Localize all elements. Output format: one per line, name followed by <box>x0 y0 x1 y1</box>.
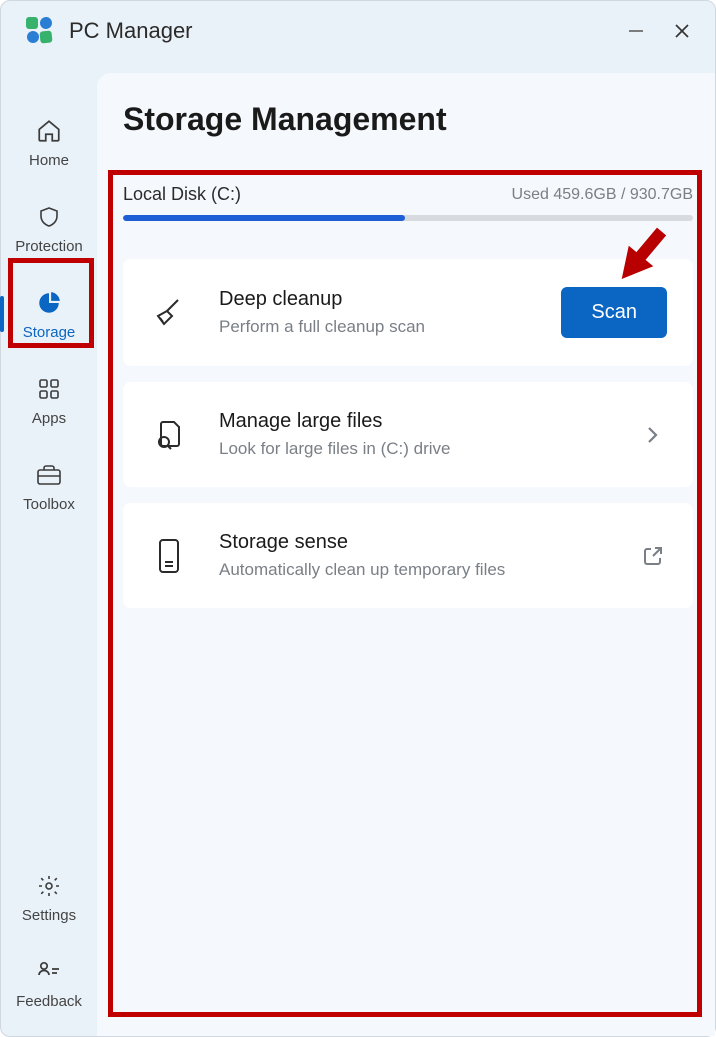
sidebar-item-label: Apps <box>32 410 66 427</box>
card-subtitle: Look for large files in (C:) drive <box>219 439 609 459</box>
disk-summary-row: Local Disk (C:) Used 459.6GB / 930.7GB <box>123 184 693 205</box>
card-title: Storage sense <box>219 531 609 554</box>
sidebar-item-label: Feedback <box>16 993 82 1010</box>
close-button[interactable] <box>659 8 705 54</box>
content-area: Storage Management Local Disk (C:) Used … <box>97 73 715 1036</box>
card-deep-cleanup: Deep cleanup Perform a full cleanup scan… <box>123 259 693 366</box>
sidebar-item-home[interactable]: Home <box>9 99 89 185</box>
page-title: Storage Management <box>123 101 693 138</box>
apps-icon <box>34 374 64 404</box>
sidebar-item-settings[interactable]: Settings <box>9 854 89 940</box>
sidebar-item-label: Home <box>29 152 69 169</box>
toolbox-icon <box>34 460 64 490</box>
sidebar-item-label: Toolbox <box>23 496 75 513</box>
card-texts: Deep cleanup Perform a full cleanup scan <box>219 288 531 337</box>
card-manage-large-files[interactable]: Manage large files Look for large files … <box>123 382 693 487</box>
card-subtitle: Automatically clean up temporary files <box>219 560 609 580</box>
cards: Deep cleanup Perform a full cleanup scan… <box>123 259 693 608</box>
feedback-icon <box>34 957 64 987</box>
storage-device-icon <box>149 536 189 576</box>
card-texts: Storage sense Automatically clean up tem… <box>219 531 609 580</box>
gear-icon <box>34 871 64 901</box>
pie-chart-icon <box>34 288 64 318</box>
disk-usage-bar <box>123 215 693 221</box>
chevron-right-icon <box>639 421 667 449</box>
broom-icon <box>149 293 189 333</box>
sidebar-item-label: Storage <box>23 324 76 341</box>
large-files-icon <box>149 415 189 455</box>
sidebar-item-apps[interactable]: Apps <box>9 357 89 443</box>
disk-name: Local Disk (C:) <box>123 184 241 205</box>
app-title: PC Manager <box>69 18 613 44</box>
disk-usage-fill <box>123 215 405 221</box>
app-window: PC Manager Home <box>0 0 716 1037</box>
home-icon <box>34 116 64 146</box>
scan-button[interactable]: Scan <box>561 287 667 338</box>
card-subtitle: Perform a full cleanup scan <box>219 317 531 337</box>
shield-icon <box>34 202 64 232</box>
app-logo-icon <box>25 16 55 46</box>
card-storage-sense[interactable]: Storage sense Automatically clean up tem… <box>123 503 693 608</box>
open-external-icon <box>639 542 667 570</box>
card-texts: Manage large files Look for large files … <box>219 410 609 459</box>
sidebar-item-toolbox[interactable]: Toolbox <box>9 443 89 529</box>
sidebar-item-label: Settings <box>22 907 76 924</box>
sidebar: Home Protection Storage <box>1 61 97 1036</box>
titlebar: PC Manager <box>1 1 715 61</box>
disk-usage: Used 459.6GB / 930.7GB <box>512 186 693 204</box>
minimize-button[interactable] <box>613 8 659 54</box>
sidebar-item-label: Protection <box>15 238 83 255</box>
sidebar-item-protection[interactable]: Protection <box>9 185 89 271</box>
sidebar-item-feedback[interactable]: Feedback <box>9 940 89 1026</box>
window-controls <box>613 8 705 54</box>
card-title: Manage large files <box>219 410 609 433</box>
body: Home Protection Storage <box>1 61 715 1036</box>
card-title: Deep cleanup <box>219 288 531 311</box>
sidebar-item-storage[interactable]: Storage <box>9 271 89 357</box>
